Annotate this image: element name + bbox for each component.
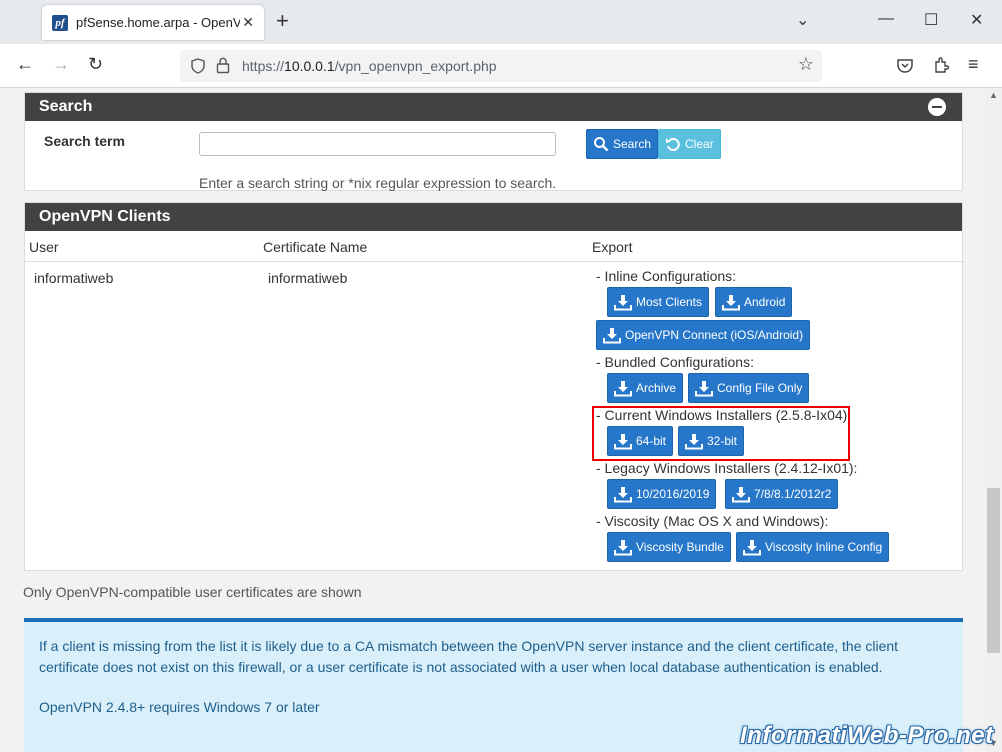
- viscosity-label: - Viscosity (Mac OS X and Windows):: [596, 513, 829, 529]
- cell-user: informatiweb: [34, 270, 114, 286]
- scrollbar-thumb[interactable]: [987, 488, 1000, 653]
- export-legacy-7-8-button[interactable]: 7/8/8.1/2012r2: [725, 479, 839, 509]
- export-config-file-only-button[interactable]: Config File Only: [688, 373, 810, 403]
- new-tab-icon[interactable]: +: [276, 10, 289, 32]
- search-term-label: Search term: [44, 133, 125, 149]
- clear-button-label: Clear: [685, 137, 714, 151]
- export-android-button[interactable]: Android: [715, 287, 793, 317]
- pfsense-favicon-icon: pf: [52, 14, 68, 31]
- info-paragraph-ca-mismatch: If a client is missing from the list it …: [39, 638, 899, 675]
- clients-panel-header: OpenVPN Clients: [25, 203, 962, 231]
- export-archive-label: Archive: [636, 381, 677, 395]
- collapse-icon[interactable]: [928, 98, 946, 116]
- extensions-icon[interactable]: [932, 56, 950, 74]
- download-icon: [743, 539, 761, 555]
- row-divider: [25, 261, 964, 262]
- browser-tab-bar: pf pfSense.home.arpa - OpenVPN ✕ + ⌄ — ☐…: [0, 0, 1002, 44]
- watermark-logo: InformatiWeb-Pro.net: [740, 722, 994, 749]
- column-header-export: Export: [592, 239, 633, 255]
- download-icon: [603, 327, 621, 343]
- address-bar[interactable]: https://10.0.0.1/vpn_openvpn_export.php …: [180, 50, 822, 82]
- browser-tab[interactable]: pf pfSense.home.arpa - OpenVPN ✕: [42, 5, 264, 40]
- info-paragraph-windows-requirement: OpenVPN 2.4.8+ requires Windows 7 or lat…: [39, 699, 320, 715]
- download-icon: [695, 380, 713, 396]
- vertical-scrollbar[interactable]: ▲ ▼: [985, 88, 1002, 752]
- download-icon: [614, 486, 632, 502]
- download-icon: [722, 294, 740, 310]
- column-header-certificate: Certificate Name: [263, 239, 368, 255]
- certificates-footnote: Only OpenVPN-compatible user certificate…: [23, 584, 362, 600]
- export-most-clients-label: Most Clients: [636, 295, 703, 309]
- lock-icon[interactable]: [216, 57, 230, 74]
- search-input[interactable]: [199, 132, 556, 156]
- maximize-icon[interactable]: ☐: [924, 10, 938, 30]
- tab-list-chevron-icon[interactable]: ⌄: [796, 10, 809, 30]
- search-help-text: Enter a search string or *nix regular ex…: [199, 175, 557, 191]
- search-panel-header: Search: [25, 93, 962, 121]
- search-button[interactable]: Search: [586, 129, 659, 159]
- url-host: 10.0.0.1: [284, 58, 335, 74]
- pocket-icon[interactable]: [896, 57, 914, 75]
- search-panel-title: Search: [39, 98, 93, 115]
- bookmark-star-icon[interactable]: ☆: [798, 54, 814, 75]
- export-openvpn-connect-label: OpenVPN Connect (iOS/Android): [625, 328, 804, 342]
- clients-panel-title: OpenVPN Clients: [39, 208, 171, 225]
- url-scheme: https://: [242, 58, 285, 74]
- url-text: https://10.0.0.1/vpn_openvpn_export.php: [242, 58, 497, 74]
- clear-button[interactable]: Clear: [658, 129, 721, 159]
- download-icon: [614, 294, 632, 310]
- download-icon: [614, 380, 632, 396]
- legacy-windows-installers-label: - Legacy Windows Installers (2.4.12-Ix01…: [596, 460, 858, 476]
- export-legacy-7-label: 7/8/8.1/2012r2: [754, 487, 832, 501]
- forward-icon[interactable]: →: [52, 54, 70, 75]
- export-most-clients-button[interactable]: Most Clients: [607, 287, 710, 317]
- reload-icon[interactable]: ↻: [88, 54, 103, 75]
- export-viscosity-bundle-label: Viscosity Bundle: [636, 540, 724, 554]
- export-viscosity-inline-button[interactable]: Viscosity Inline Config: [736, 532, 890, 562]
- window-close-icon[interactable]: ✕: [970, 10, 983, 30]
- url-path: /vpn_openvpn_export.php: [334, 58, 497, 74]
- scroll-up-arrow-icon[interactable]: ▲: [989, 90, 998, 100]
- tab-title: pfSense.home.arpa - OpenVPN: [76, 15, 240, 30]
- download-icon: [732, 486, 750, 502]
- export-config-file-only-label: Config File Only: [717, 381, 803, 395]
- export-openvpn-connect-button[interactable]: OpenVPN Connect (iOS/Android): [596, 320, 811, 350]
- export-viscosity-bundle-button[interactable]: Viscosity Bundle: [607, 532, 731, 562]
- highlight-annotation-box: [592, 406, 850, 461]
- back-icon[interactable]: ←: [16, 54, 34, 75]
- export-archive-button[interactable]: Archive: [607, 373, 684, 403]
- undo-icon: [666, 138, 680, 151]
- minimize-icon[interactable]: —: [878, 10, 894, 28]
- export-android-label: Android: [744, 295, 786, 309]
- search-button-label: Search: [613, 137, 652, 151]
- search-icon: [594, 137, 609, 152]
- browser-nav-bar: ← → ↻ https://10.0.0.1/vpn_openvpn_expor…: [0, 44, 1002, 88]
- export-viscosity-inline-label: Viscosity Inline Config: [765, 540, 883, 554]
- tab-close-icon[interactable]: ✕: [242, 14, 254, 31]
- search-panel: Search Search term Search Clear Enter a …: [24, 92, 963, 191]
- page-content: Search Search term Search Clear Enter a …: [0, 88, 985, 752]
- column-header-user: User: [29, 239, 59, 255]
- cell-certificate: informatiweb: [268, 270, 348, 286]
- inline-configurations-label: - Inline Configurations:: [596, 268, 737, 284]
- shield-icon[interactable]: [190, 58, 206, 74]
- menu-icon[interactable]: ≡: [968, 54, 979, 75]
- bundled-configurations-label: - Bundled Configurations:: [596, 354, 754, 370]
- export-legacy-10-label: 10/2016/2019: [636, 487, 710, 501]
- download-icon: [614, 539, 632, 555]
- export-legacy-10-2016-2019-button[interactable]: 10/2016/2019: [607, 479, 717, 509]
